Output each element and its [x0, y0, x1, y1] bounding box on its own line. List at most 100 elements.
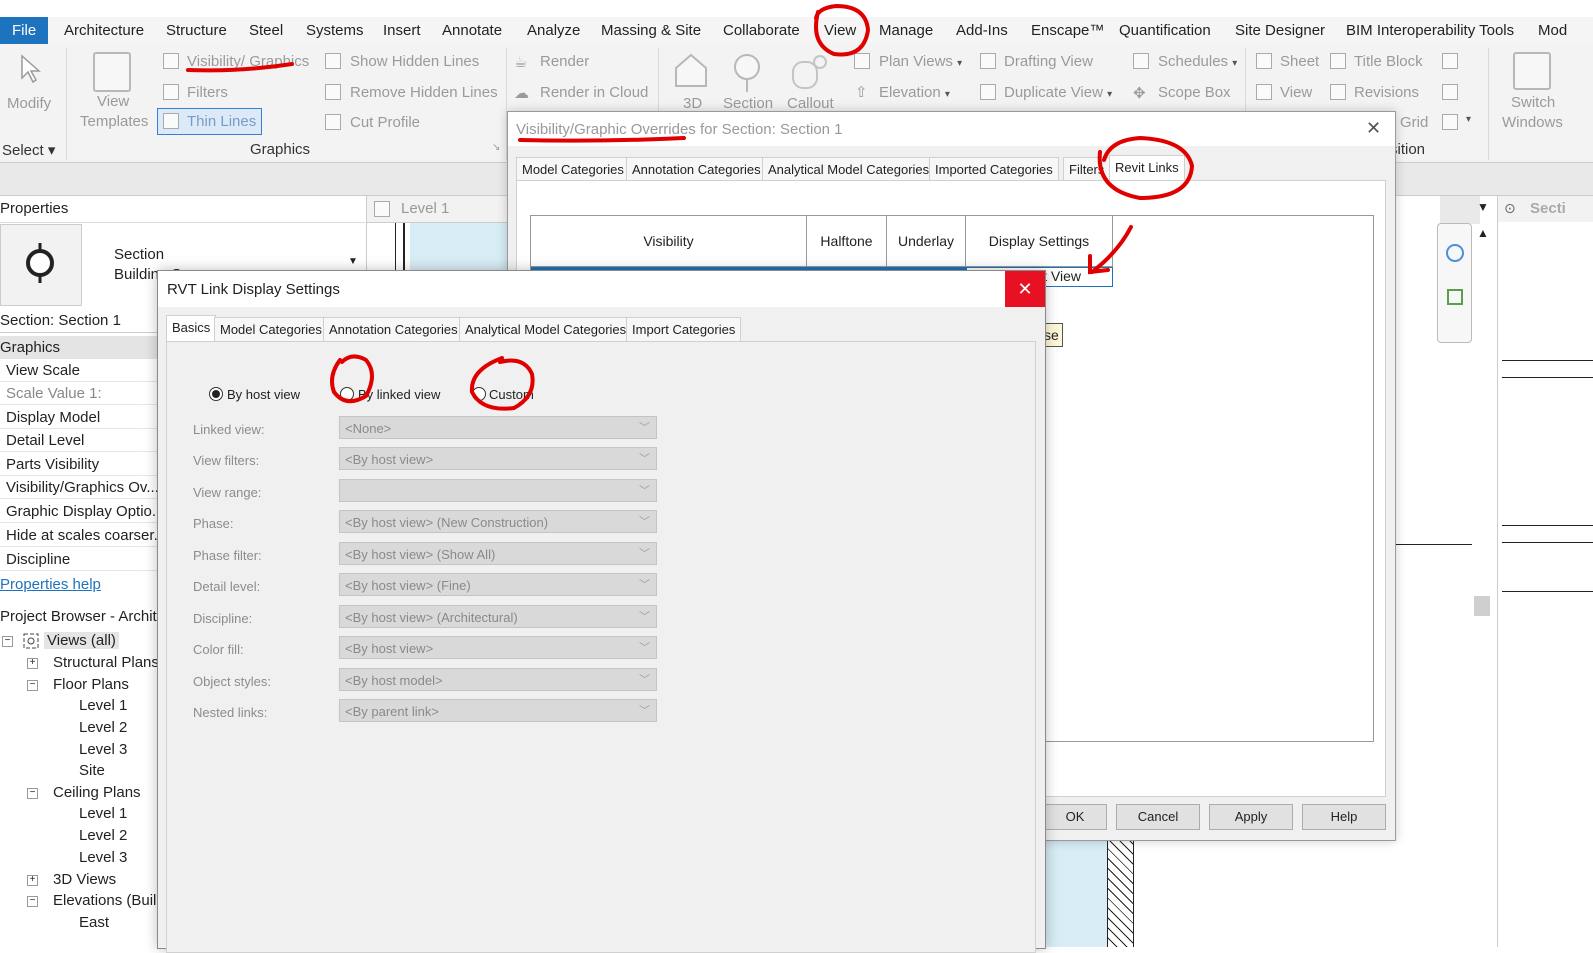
callout-button[interactable]: Callout [787, 95, 834, 112]
tree-site[interactable]: Site [79, 762, 105, 779]
tab-analytical-model-categories[interactable]: Analytical Model Categories [762, 157, 936, 182]
viewports-dropdown-icon[interactable]: ▾ [1466, 114, 1471, 125]
prop-visibility-graphics[interactable]: Visibility/Graphics Ov... [0, 476, 160, 499]
view-templates-label-2[interactable]: Templates [80, 113, 148, 130]
sheet-button[interactable]: Sheet [1280, 53, 1319, 70]
col-underlay[interactable]: Underlay [887, 216, 966, 267]
tab-revit-links[interactable]: Revit Links [1109, 155, 1185, 183]
menu-site-designer[interactable]: Site Designer [1235, 17, 1325, 44]
radio-custom[interactable] [472, 387, 486, 401]
menu-annotate[interactable]: Annotate [442, 17, 502, 44]
menu-insert[interactable]: Insert [383, 17, 421, 44]
menu-systems[interactable]: Systems [306, 17, 364, 44]
radio-by-linked-view-label[interactable]: By linked view [358, 387, 440, 402]
menu-architecture[interactable]: Architecture [64, 17, 144, 44]
select-dropdown[interactable]: Select ▾ [2, 141, 55, 159]
tab-model-categories[interactable]: Model Categories [516, 157, 630, 182]
menu-manage[interactable]: Manage [879, 17, 933, 44]
object-styles-select[interactable]: <By host model> ﹀ [339, 668, 657, 691]
cancel-button[interactable]: Cancel [1116, 804, 1200, 830]
tab-imported-categories[interactable]: Imported Categories [929, 157, 1059, 182]
duplicate-view-button[interactable]: Duplicate View ▾ [1004, 84, 1112, 101]
nested-links-select[interactable]: <By parent link> ﹀ [339, 699, 657, 722]
tab-annotation-categories[interactable]: Annotation Categories [626, 157, 767, 182]
discipline-select[interactable]: <By host view> (Architectural) ﹀ [339, 605, 657, 628]
tree-ceiling-level-2[interactable]: Level 2 [79, 827, 127, 844]
prop-hide-at-scales[interactable]: Hide at scales coarser... [0, 524, 160, 547]
radio-by-host-view[interactable] [209, 387, 223, 401]
tab-model-categories[interactable]: Model Categories [214, 317, 328, 342]
color-fill-select[interactable]: <By host view> ﹀ [339, 636, 657, 659]
prop-view-scale[interactable]: View Scale [0, 359, 160, 382]
cut-profile-button[interactable]: Cut Profile [350, 114, 420, 131]
menu-add-ins[interactable]: Add-Ins [956, 17, 1008, 44]
zoom-icon[interactable] [1447, 289, 1463, 305]
collapse-icon[interactable]: − [2, 636, 13, 647]
title-block-button[interactable]: Title Block [1354, 53, 1423, 70]
scrollbar-thumb[interactable] [1474, 596, 1490, 616]
view-range-select[interactable]: ﹀ [339, 479, 657, 502]
type-selector-dropdown-icon[interactable]: ▼ [348, 256, 358, 267]
radio-custom-label[interactable]: Custom [489, 387, 534, 402]
3d-view-button[interactable]: 3D [683, 95, 702, 112]
tab-analytical-model-categories[interactable]: Analytical Model Categories [459, 317, 633, 342]
scope-box-button[interactable]: Scope Box [1158, 84, 1231, 101]
schedules-button[interactable]: Schedules ▾ [1158, 53, 1237, 70]
dropdown-icon[interactable]: ▼ [1477, 200, 1489, 214]
view-tab[interactable]: Level 1 [367, 196, 507, 223]
collapse-icon[interactable]: − [27, 896, 38, 907]
prop-detail-level[interactable]: Detail Level [0, 429, 160, 452]
col-halftone[interactable]: Halftone [807, 216, 887, 267]
section-button[interactable]: Section [723, 95, 773, 112]
menu-massing-site[interactable]: Massing & Site [601, 17, 701, 44]
linked-view-select[interactable]: <None> ﹀ [339, 416, 657, 439]
menu-file[interactable]: File [0, 17, 49, 44]
menu-enscape[interactable]: Enscape™ [1031, 17, 1104, 44]
thin-lines-button[interactable]: Thin Lines [157, 108, 262, 135]
show-hidden-lines-button[interactable]: Show Hidden Lines [350, 53, 479, 70]
expand-icon[interactable]: + [27, 875, 38, 886]
collapse-icon[interactable]: − [27, 788, 38, 799]
help-button[interactable]: Help [1302, 804, 1386, 830]
revisions-button[interactable]: Revisions [1354, 84, 1419, 101]
menu-modify-truncated[interactable]: Mod [1538, 17, 1567, 44]
plan-views-button[interactable]: Plan Views ▾ [879, 53, 962, 70]
tree-floor-level-1[interactable]: Level 1 [79, 697, 127, 714]
radio-by-linked-view[interactable] [340, 387, 354, 401]
guide-grid-button[interactable]: Grid [1400, 114, 1428, 131]
menu-bim-interop[interactable]: BIM Interoperability Tools [1346, 17, 1514, 44]
menu-quantification[interactable]: Quantification [1119, 17, 1211, 44]
tree-floor-plans[interactable]: Floor Plans [53, 676, 129, 693]
tab-import-categories[interactable]: Import Categories [626, 317, 742, 342]
tree-3d-views[interactable]: 3D Views [53, 871, 116, 888]
tree-views-all[interactable]: Views (all) [44, 632, 119, 649]
tree-ceiling-level-1[interactable]: Level 1 [79, 805, 127, 822]
view-templates-label-1[interactable]: View [97, 93, 129, 110]
graphics-launcher-icon[interactable]: ↘ [492, 142, 500, 153]
menu-analyze[interactable]: Analyze [527, 17, 580, 44]
tree-structural-plans[interactable]: Structural Plans [53, 654, 159, 671]
scroll-up-icon[interactable]: ▲ [1477, 226, 1489, 240]
steering-wheel-icon[interactable] [1446, 244, 1464, 262]
radio-by-host-view-label[interactable]: By host view [227, 387, 300, 402]
prop-display-model[interactable]: Display Model [0, 406, 160, 429]
graphics-group[interactable]: Graphics [0, 336, 160, 359]
tab-filters[interactable]: Filters [1063, 157, 1111, 182]
switch-windows-label-1[interactable]: Switch [1511, 94, 1555, 111]
filters-button[interactable]: Filters [187, 84, 228, 101]
menu-steel[interactable]: Steel [249, 17, 283, 44]
prop-discipline[interactable]: Discipline [0, 548, 160, 571]
phase-select[interactable]: <By host view> (New Construction) ﹀ [339, 510, 657, 533]
remove-hidden-lines-button[interactable]: Remove Hidden Lines [350, 84, 498, 101]
drafting-view-button[interactable]: Drafting View [1004, 53, 1093, 70]
view-filters-select[interactable]: <By host view> ﹀ [339, 447, 657, 470]
visibility-graphics-button[interactable]: Visibility/ Graphics [187, 53, 309, 70]
tree-elevations[interactable]: Elevations (Buil [53, 892, 156, 909]
render-cloud-button[interactable]: Render in Cloud [540, 84, 648, 101]
menu-view[interactable]: View [824, 17, 856, 44]
col-display-settings[interactable]: Display Settings [966, 216, 1113, 267]
tree-ceiling-plans[interactable]: Ceiling Plans [53, 784, 141, 801]
view-place-button[interactable]: View [1280, 84, 1312, 101]
menu-collaborate[interactable]: Collaborate [723, 17, 800, 44]
prop-graphic-display[interactable]: Graphic Display Optio... [0, 500, 160, 523]
